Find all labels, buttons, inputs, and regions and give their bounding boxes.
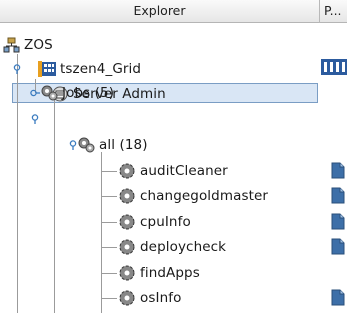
grid-status-bar-icon [321, 59, 347, 75]
document-icon[interactable] [331, 187, 345, 204]
job-label: changegoldmaster [140, 188, 269, 204]
collapsed-toggle-icon[interactable] [30, 88, 40, 98]
gear-icon [118, 264, 136, 282]
tree-node-job[interactable]: findApps [118, 262, 200, 284]
root-node-label: ZOS [24, 37, 53, 53]
document-icon[interactable] [331, 238, 345, 255]
tree-line [101, 152, 102, 313]
gear-icon [118, 289, 136, 307]
tree-node-grid[interactable]: tszen4_Grid [38, 58, 141, 80]
document-icon[interactable] [331, 162, 345, 179]
tree-line [101, 298, 117, 299]
tree-node-root[interactable]: ZOS [2, 34, 53, 56]
tree-node-job[interactable]: changegoldmaster [118, 185, 268, 207]
explorer-column-header[interactable]: Explorer [0, 0, 320, 23]
tree-line [101, 247, 117, 248]
gears-icon [77, 136, 95, 154]
job-label: deploycheck [140, 239, 227, 255]
jobs-node-label: Jobs (5) [62, 85, 115, 101]
expanded-toggle-icon[interactable] [30, 114, 40, 124]
grid-server-icon [38, 60, 56, 78]
tree-node-all[interactable]: all (18) [77, 134, 148, 156]
tree-node-job[interactable]: deploycheck [118, 236, 226, 258]
all-node-label: all (18) [99, 137, 148, 153]
tree-node-jobs[interactable]: Jobs (5) [40, 82, 114, 104]
tree-line [101, 196, 117, 197]
tree-line [101, 171, 117, 172]
grid-node-label: tszen4_Grid [60, 61, 142, 77]
document-icon[interactable] [331, 213, 345, 230]
tree-table-header: Explorer P... [0, 0, 347, 23]
tree-line [54, 100, 55, 313]
gears-icon [40, 84, 58, 102]
gear-icon [118, 187, 136, 205]
tree-line [101, 273, 117, 274]
job-label: cpuInfo [140, 214, 191, 230]
job-label: osInfo [140, 290, 182, 306]
tree-node-job[interactable]: cpuInfo [118, 211, 191, 233]
tree-node-job[interactable]: auditCleaner [118, 160, 228, 182]
gear-icon [118, 213, 136, 231]
document-icon[interactable] [331, 289, 345, 306]
gear-icon [118, 238, 136, 256]
expanded-toggle-icon[interactable] [12, 64, 22, 74]
p-column-header[interactable]: P... [321, 0, 347, 23]
job-label: auditCleaner [140, 163, 228, 179]
gear-icon [118, 162, 136, 180]
tree-line [101, 222, 117, 223]
job-label: findApps [140, 265, 200, 281]
org-chart-icon [2, 36, 20, 54]
tree-line [17, 54, 18, 313]
tree-node-job[interactable]: osInfo [118, 287, 181, 309]
